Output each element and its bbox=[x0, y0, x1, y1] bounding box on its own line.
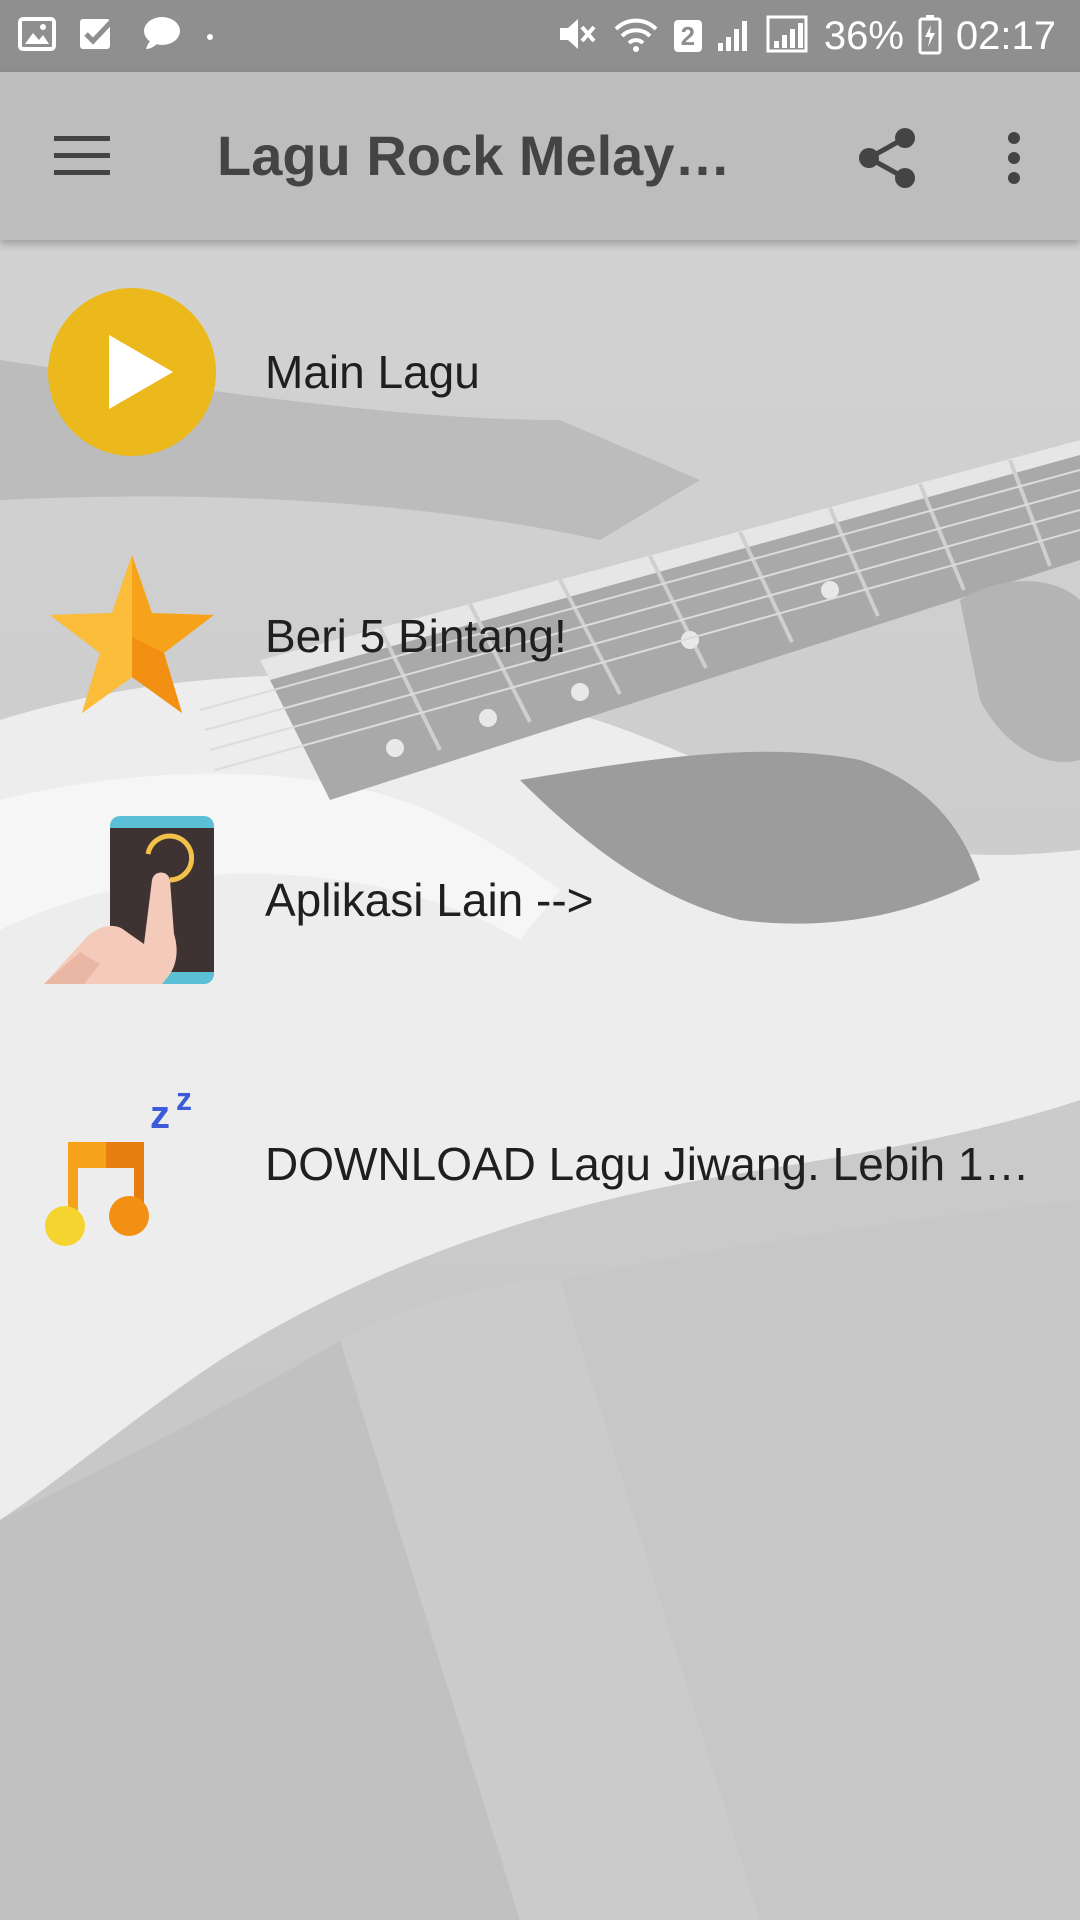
menu-item-label: Beri 5 Bintang! bbox=[265, 610, 567, 662]
signal-icon bbox=[766, 13, 810, 60]
music-sleep-icon: z z bbox=[44, 1076, 220, 1252]
menu-item-download[interactable]: z z DOWNLOAD Lagu Jiwang. Lebih 100 Lagu bbox=[0, 1032, 1080, 1296]
star-icon bbox=[44, 548, 220, 724]
chat-icon bbox=[138, 15, 182, 58]
more-vert-icon bbox=[1006, 130, 1022, 191]
menu-item-label: Main Lagu bbox=[265, 346, 480, 398]
status-left-group bbox=[18, 0, 216, 72]
status-right-group: 2 36% 02:17 bbox=[556, 0, 1056, 72]
battery-percent: 36% bbox=[823, 13, 904, 58]
image-icon bbox=[18, 15, 56, 58]
more-options-button[interactable] bbox=[972, 118, 1056, 202]
signal-icon bbox=[716, 13, 752, 60]
share-icon bbox=[857, 126, 919, 195]
check-icon bbox=[78, 15, 116, 58]
menu-button[interactable] bbox=[40, 116, 124, 200]
clock: 02:17 bbox=[955, 13, 1056, 58]
wifi-icon bbox=[612, 13, 660, 60]
phone-tap-icon bbox=[44, 812, 220, 988]
menu-item-play[interactable]: Main Lagu bbox=[0, 240, 1080, 504]
menu-item-rate[interactable]: Beri 5 Bintang! bbox=[0, 504, 1080, 768]
hamburger-icon bbox=[52, 134, 112, 183]
share-button[interactable] bbox=[846, 118, 930, 202]
status-bar: 2 36% 02:17 bbox=[0, 0, 1080, 72]
app-bar: Lagu Rock Melayu Malaysia bbox=[0, 72, 1080, 240]
svg-text:z: z bbox=[150, 1093, 170, 1137]
battery-icon bbox=[918, 13, 942, 60]
menu-list: Main Lagu Beri 5 Bintang! Aplikasi Lain … bbox=[0, 240, 1080, 1296]
dot-icon bbox=[204, 15, 216, 58]
menu-item-other-apps[interactable]: Aplikasi Lain --> bbox=[0, 768, 1080, 1032]
menu-item-label: DOWNLOAD Lagu Jiwang. Lebih 100 Lagu bbox=[265, 1138, 1045, 1190]
app-title: Lagu Rock Melayu Malaysia bbox=[217, 124, 757, 187]
play-icon bbox=[44, 284, 220, 460]
menu-item-label: Aplikasi Lain --> bbox=[265, 874, 594, 926]
sim-badge: 2 bbox=[673, 20, 702, 52]
svg-text:z: z bbox=[176, 1081, 192, 1117]
mute-icon bbox=[556, 13, 598, 60]
